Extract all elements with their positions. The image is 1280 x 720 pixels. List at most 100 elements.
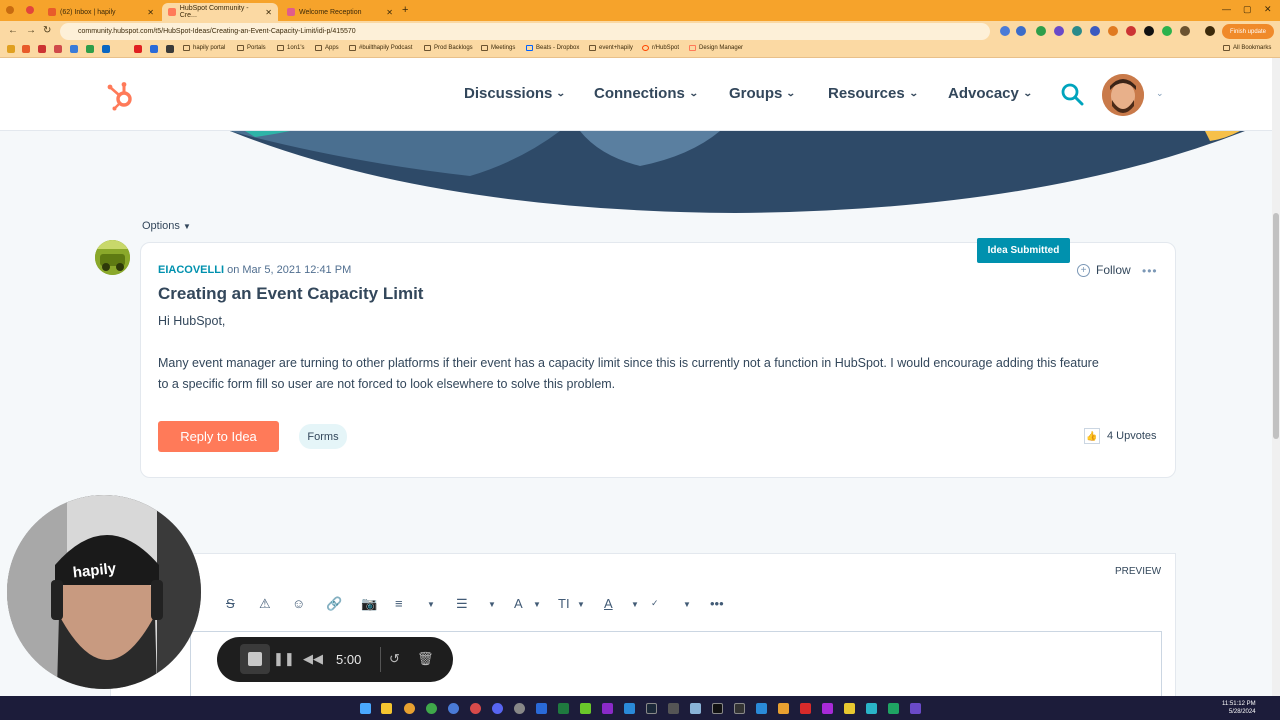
url-input[interactable]: community.hubspot.com/t5/HubSpot-Ideas/C…: [60, 23, 990, 40]
bookmark-design-manager[interactable]: Design Manager: [689, 45, 743, 51]
chevron-down-icon[interactable]: ▼: [631, 600, 639, 609]
warning-icon[interactable]: ⚠: [259, 596, 271, 612]
bookmark-hapily-portal[interactable]: hapily portal: [183, 45, 225, 51]
extension-icon[interactable]: [1090, 26, 1100, 36]
tab-welcome-reception[interactable]: Welcome Reception ✕: [281, 3, 399, 21]
app-icon[interactable]: [822, 703, 833, 714]
chrome-icon[interactable]: [404, 703, 415, 714]
chevron-down-icon[interactable]: ▼: [533, 600, 541, 609]
trash-icon[interactable]: 🗑: [417, 651, 434, 667]
preview-tab[interactable]: PREVIEW: [1115, 566, 1161, 577]
app-icon[interactable]: [844, 703, 855, 714]
chevron-down-icon[interactable]: ▼: [683, 600, 691, 609]
extension-icon[interactable]: [1054, 26, 1064, 36]
strikethrough-icon[interactable]: S: [226, 596, 235, 611]
bookmark-beats-dropbox[interactable]: Beats - Dropbox: [526, 45, 579, 51]
linkedin-icon[interactable]: [102, 45, 110, 53]
text-color-icon[interactable]: A: [604, 596, 613, 611]
font-size-icon[interactable]: TI: [558, 596, 570, 611]
font-family-icon[interactable]: A: [514, 596, 523, 611]
camera-app-icon[interactable]: [668, 703, 679, 714]
scrollbar-thumb[interactable]: [1273, 213, 1279, 439]
close-icon[interactable]: ✕: [265, 8, 272, 17]
app-icon[interactable]: [734, 703, 745, 714]
link-icon[interactable]: 🔗: [326, 596, 342, 612]
nav-advocacy[interactable]: Advocacy ⌄: [948, 85, 1033, 102]
maximize-button[interactable]: ▢: [1243, 4, 1252, 15]
app-icon[interactable]: [756, 703, 767, 714]
bookmark-icon[interactable]: [22, 45, 30, 53]
bookmark-meetings[interactable]: Meetings: [481, 45, 515, 51]
star-icon[interactable]: [7, 45, 15, 53]
profile-icon[interactable]: [1205, 26, 1215, 36]
numbered-list-icon[interactable]: ≡: [395, 596, 403, 611]
author-link[interactable]: EIACOVELLI: [158, 264, 224, 276]
extension-icon[interactable]: [1036, 26, 1046, 36]
extension-icon[interactable]: [1108, 26, 1118, 36]
stop-recording-button[interactable]: [240, 644, 270, 674]
bookmark-apps[interactable]: Apps: [315, 45, 339, 51]
app-icon[interactable]: [800, 703, 811, 714]
chevron-down-icon[interactable]: ▼: [427, 600, 435, 609]
app-icon[interactable]: [690, 703, 701, 714]
reload-icon[interactable]: ↻: [43, 25, 51, 36]
user-avatar[interactable]: [1102, 74, 1144, 116]
bookmark-icon[interactable]: [150, 45, 158, 53]
emoji-icon[interactable]: ☺: [292, 596, 305, 611]
app-icon[interactable]: [624, 703, 635, 714]
extension-icon[interactable]: [1016, 26, 1026, 36]
chrome-icon[interactable]: [448, 703, 459, 714]
bookmark-icon[interactable]: [38, 45, 46, 53]
extension-icon[interactable]: [1072, 26, 1082, 36]
discord-icon[interactable]: [492, 703, 503, 714]
rewind-icon[interactable]: ◀◀: [303, 651, 323, 667]
bookmark-icon[interactable]: [86, 45, 94, 53]
chrome-icon[interactable]: [470, 703, 481, 714]
forward-icon[interactable]: →: [26, 25, 36, 36]
tab-hubspot-community[interactable]: HubSpot Community - Cre... ✕: [162, 3, 278, 21]
bookmark-icon[interactable]: [54, 45, 62, 53]
nav-resources[interactable]: Resources ⌄: [828, 85, 918, 102]
bookmark-prod-backlogs[interactable]: Prod Backlogs: [424, 45, 473, 51]
finish-update-button[interactable]: Finish update: [1222, 24, 1274, 39]
thumbs-up-icon[interactable]: 👍: [1084, 428, 1100, 444]
search-icon[interactable]: [1060, 82, 1084, 106]
follow-button[interactable]: + Follow: [1077, 263, 1131, 277]
app-icon[interactable]: [866, 703, 877, 714]
bookmark-event-hapily[interactable]: event+hapily: [589, 45, 633, 51]
camera-icon[interactable]: 📷: [361, 596, 377, 612]
hubspot-logo-icon[interactable]: [106, 81, 136, 111]
close-icon[interactable]: ✕: [147, 8, 154, 17]
author-avatar[interactable]: [95, 240, 130, 275]
youtube-icon[interactable]: [134, 45, 142, 53]
nav-groups[interactable]: Groups ⌄: [729, 85, 796, 102]
tab-search-icon[interactable]: [6, 6, 14, 14]
app-icon[interactable]: [778, 703, 789, 714]
more-tools-icon[interactable]: •••: [710, 596, 724, 611]
new-tab-button[interactable]: +: [402, 4, 408, 16]
system-clock[interactable]: 11:51:12 PM 5/28/2024: [1222, 700, 1256, 716]
sheets-icon[interactable]: [888, 703, 899, 714]
extension-icon[interactable]: [1000, 26, 1010, 36]
bookmark-1on1s[interactable]: 1on1's: [277, 45, 305, 51]
bookmark-r-hubspot[interactable]: r/HubSpot: [642, 45, 679, 51]
chevron-down-icon[interactable]: ▼: [488, 600, 496, 609]
extension-icon[interactable]: [1162, 26, 1172, 36]
nav-discussions[interactable]: Discussions ⌄: [464, 85, 566, 102]
window-close-button[interactable]: ✕: [1264, 4, 1272, 15]
options-menu[interactable]: Options ▼: [142, 220, 191, 232]
windows-start-icon[interactable]: [360, 703, 371, 714]
chrome-icon[interactable]: [426, 703, 437, 714]
bullet-list-icon[interactable]: ☰: [456, 596, 468, 612]
file-explorer-icon[interactable]: [381, 703, 392, 714]
app-icon[interactable]: [712, 703, 723, 714]
all-bookmarks[interactable]: All Bookmarks: [1223, 45, 1271, 51]
app-icon[interactable]: [536, 703, 547, 714]
nav-connections[interactable]: Connections ⌄: [594, 85, 699, 102]
restart-icon[interactable]: ↺: [389, 651, 400, 667]
bookmark-icon[interactable]: [70, 45, 78, 53]
excel-icon[interactable]: [558, 703, 569, 714]
chevron-down-icon[interactable]: ▼: [577, 600, 585, 609]
extensions-puzzle-icon[interactable]: [1180, 26, 1190, 36]
app-icon[interactable]: [910, 703, 921, 714]
